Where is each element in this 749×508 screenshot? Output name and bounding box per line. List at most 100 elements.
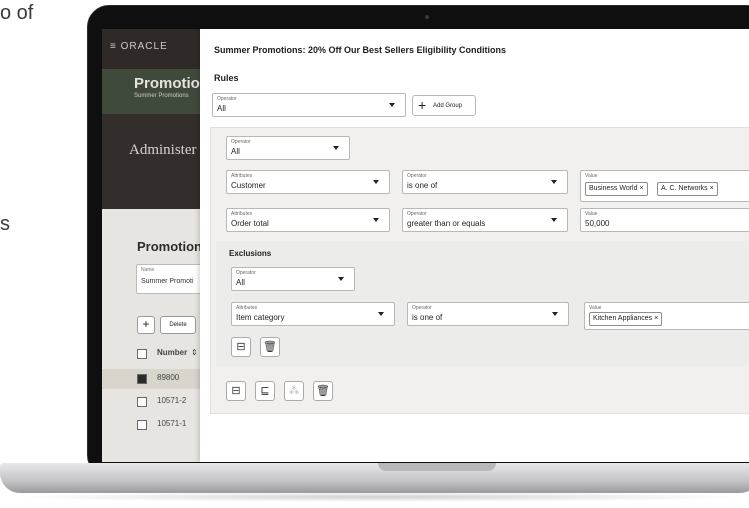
condition2-value-field[interactable]: Value 50,000 bbox=[580, 208, 749, 232]
operator-label: Operator bbox=[217, 96, 237, 102]
eligibility-conditions-panel: Summer Promotions: 20% Off Our Best Sell… bbox=[200, 29, 749, 462]
name-value: Summer Promoti bbox=[141, 278, 194, 285]
plus-icon: + bbox=[418, 97, 427, 113]
table-row[interactable]: 10571-2 bbox=[102, 392, 212, 412]
condition1-operator-select[interactable]: Operator is one of bbox=[402, 170, 568, 194]
hierarchy-button[interactable]: ⁂ bbox=[284, 381, 304, 401]
condition1-value-field[interactable]: Value Business World × A. C. Networks × bbox=[580, 170, 749, 202]
add-condition-button[interactable]: ⊟ bbox=[231, 337, 251, 357]
camera-icon bbox=[425, 15, 429, 19]
row-checkbox[interactable] bbox=[137, 420, 147, 430]
operator-value: is one of bbox=[407, 181, 438, 190]
promotion-title: Promotion i bbox=[137, 239, 210, 254]
operator-label: Operator bbox=[407, 211, 427, 217]
laptop-shadow bbox=[10, 492, 749, 502]
attribute-value: Customer bbox=[231, 181, 266, 190]
chevron-down-icon bbox=[378, 312, 384, 316]
operator-label: Operator bbox=[412, 305, 432, 311]
oracle-brand: ≡ ORACLE bbox=[110, 41, 168, 52]
select-all-checkbox[interactable] bbox=[137, 349, 147, 359]
rules-operator-select[interactable]: Operator All bbox=[212, 93, 406, 117]
background-text-top: o of bbox=[0, 2, 34, 24]
operator-value: All bbox=[217, 104, 226, 113]
add-group-button[interactable]: + Add Group bbox=[412, 95, 476, 116]
operator-label: Operator bbox=[236, 270, 256, 276]
row-number: 10571-1 bbox=[157, 419, 187, 428]
operator-label: Operator bbox=[407, 173, 427, 179]
exclusions-heading: Exclusions bbox=[229, 249, 272, 258]
add-group-label: Add Group bbox=[433, 103, 463, 109]
header-subtitle: Summer Promotions bbox=[134, 93, 189, 99]
chevron-down-icon bbox=[551, 218, 557, 222]
row-number: 89800 bbox=[157, 373, 180, 382]
value-label: Value bbox=[585, 173, 598, 179]
admin-band: Administer bbox=[102, 114, 212, 209]
add-condition-button[interactable]: ⊟ bbox=[226, 381, 246, 401]
delete-exclusion-button[interactable]: 🗑 bbox=[260, 337, 280, 357]
add-row-icon: ⊟ bbox=[236, 341, 246, 353]
value-chip[interactable]: Business World × bbox=[585, 182, 648, 196]
exclusions-operator-select[interactable]: Operator All bbox=[231, 267, 355, 291]
condition1-attribute-select[interactable]: Attributes Customer bbox=[226, 170, 390, 194]
attribute-value: Order total bbox=[231, 219, 269, 228]
name-field[interactable]: Name Summer Promoti bbox=[136, 264, 208, 294]
operator-value: All bbox=[231, 147, 240, 156]
row-checkbox[interactable] bbox=[137, 374, 147, 384]
app-header: Promotior Summer Promotions bbox=[102, 69, 212, 114]
delete-button[interactable]: Delete bbox=[160, 316, 196, 334]
chevron-down-icon bbox=[552, 312, 558, 316]
add-exclusion-icon: ⊑ bbox=[260, 385, 270, 397]
chevron-down-icon bbox=[551, 180, 557, 184]
table-row[interactable]: 10571-1 bbox=[102, 415, 212, 435]
exclusions-value-field[interactable]: Value Kitchen Appliances × bbox=[584, 302, 749, 330]
brand-label: ORACLE bbox=[120, 41, 168, 52]
group-operator-select[interactable]: Operator All bbox=[226, 136, 350, 160]
table-header-row: Number ⇕ bbox=[102, 344, 212, 364]
exclusions-attribute-select[interactable]: Attributes Item category bbox=[231, 302, 395, 326]
operator-value: greater than or equals bbox=[407, 219, 486, 228]
value-chip[interactable]: A. C. Networks × bbox=[657, 182, 718, 196]
name-label: Name bbox=[141, 267, 155, 273]
background-text-mid: s bbox=[0, 213, 10, 235]
admin-text: Administer bbox=[129, 142, 197, 158]
delete-group-button[interactable]: 🗑 bbox=[313, 381, 333, 401]
laptop-base bbox=[0, 463, 749, 493]
sort-icon[interactable]: ⇕ bbox=[191, 348, 198, 357]
hamburger-icon[interactable]: ≡ bbox=[110, 41, 117, 52]
chevron-down-icon bbox=[373, 180, 379, 184]
attribute-value: Item category bbox=[236, 313, 285, 322]
exclusions-operator-condition-select[interactable]: Operator is one of bbox=[407, 302, 569, 326]
add-row-icon: ⊟ bbox=[231, 385, 241, 397]
trash-icon: 🗑 bbox=[316, 385, 330, 397]
laptop-screen: ≡ ORACLE Promotior Summer Promotions Adm… bbox=[102, 29, 749, 462]
header-title: Promotior bbox=[134, 75, 206, 92]
value-text: 50,000 bbox=[585, 219, 610, 228]
panel-title: Summer Promotions: 20% Off Our Best Sell… bbox=[214, 45, 507, 55]
chevron-down-icon bbox=[389, 103, 395, 107]
value-chip[interactable]: Kitchen Appliances × bbox=[589, 312, 663, 326]
chevron-down-icon bbox=[333, 146, 339, 150]
chevron-down-icon bbox=[338, 277, 344, 281]
condition2-attribute-select[interactable]: Attributes Order total bbox=[226, 208, 390, 232]
attribute-label: Attributes bbox=[231, 173, 253, 179]
plus-icon: + bbox=[142, 317, 150, 331]
operator-value: is one of bbox=[412, 313, 443, 322]
number-header[interactable]: Number bbox=[157, 348, 187, 357]
attribute-label: Attributes bbox=[231, 211, 253, 217]
value-label: Value bbox=[589, 305, 602, 311]
table-row[interactable]: 89800 bbox=[102, 369, 212, 389]
add-exclusion-button[interactable]: ⊑ bbox=[255, 381, 275, 401]
laptop-notch bbox=[378, 463, 496, 471]
operator-label: Operator bbox=[231, 139, 251, 145]
trash-icon: 🗑 bbox=[263, 341, 277, 353]
chevron-down-icon bbox=[373, 218, 379, 222]
condition2-operator-select[interactable]: Operator greater than or equals bbox=[402, 208, 568, 232]
hierarchy-icon: ⁂ bbox=[288, 385, 300, 397]
row-number: 10571-2 bbox=[157, 396, 187, 405]
rules-heading: Rules bbox=[214, 73, 239, 83]
add-promotion-button[interactable]: + bbox=[137, 316, 155, 334]
value-label: Value bbox=[585, 211, 598, 217]
row-checkbox[interactable] bbox=[137, 397, 147, 407]
attribute-label: Attributes bbox=[236, 305, 258, 311]
promotion-list-area: Promotion i Name Summer Promoti + Delete… bbox=[102, 209, 212, 462]
